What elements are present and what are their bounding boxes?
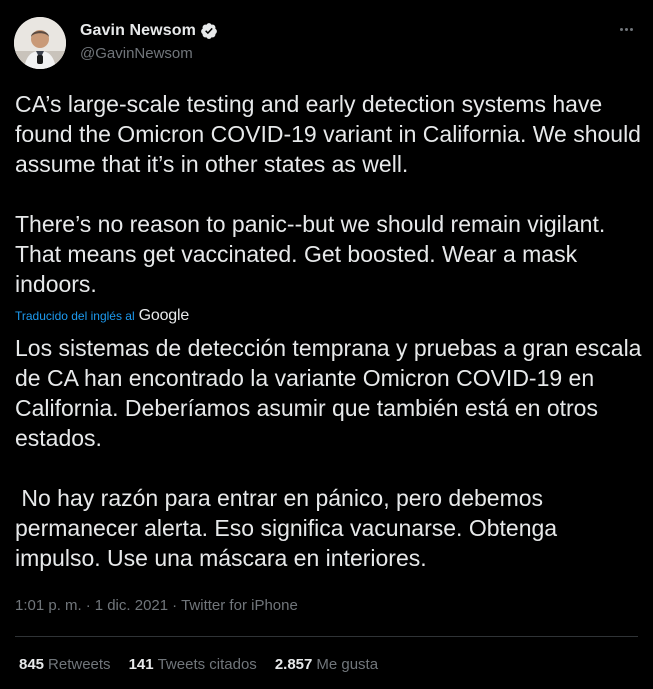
avatar[interactable] [14,17,66,69]
avatar-photo-icon [14,17,66,69]
stat-label: Tweets citados [157,656,257,673]
divider [15,636,638,637]
likes-stat[interactable]: 2.857 Me gusta [275,656,378,673]
stat-label: Retweets [48,656,111,673]
tweet-text: CA’s large-scale testing and early detec… [15,91,641,297]
meta-separator: · [85,597,91,614]
translated-by-label[interactable]: Traducido del inglés al [15,309,135,323]
tweet-source[interactable]: Twitter for iPhone [181,597,298,614]
author-name[interactable]: Gavin Newsom [80,22,196,40]
translated-text: Los sistemas de detección temprana y pru… [15,335,642,571]
tweet-stats: 845 Retweets 141 Tweets citados 2.857 Me… [19,656,378,673]
more-dots-icon[interactable] [615,18,637,40]
meta-separator: · [172,597,178,614]
tweet-time[interactable]: 1:01 p. m. [15,597,82,614]
verified-badge-icon [200,22,218,40]
stat-count: 845 [19,656,45,673]
tweet: Gavin Newsom @GavinNewsom CA’s large-sca… [0,0,653,689]
stat-count: 141 [128,656,154,673]
author-name-row[interactable]: Gavin Newsom [80,22,218,40]
tweet-meta: 1:01 p. m. · 1 dic. 2021 · Twitter for i… [15,597,298,614]
author-handle[interactable]: @GavinNewsom [80,45,193,62]
tweet-date[interactable]: 1 dic. 2021 [95,597,168,614]
stat-label: Me gusta [316,656,379,673]
translation-attribution[interactable]: Traducido del inglés al Google [15,307,189,325]
google-logo: Google [138,307,190,324]
quote-tweets-stat[interactable]: 141 Tweets citados [129,656,257,673]
retweets-stat[interactable]: 845 Retweets [19,656,111,673]
stat-count: 2.857 [274,656,313,673]
